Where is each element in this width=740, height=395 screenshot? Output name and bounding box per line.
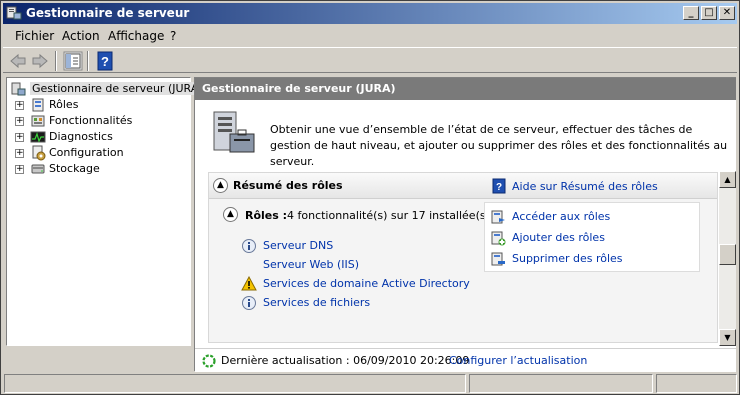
server-manager-app-icon [6,6,22,20]
diagnostics-icon [30,131,46,143]
scroll-up-button[interactable]: ▲ [719,171,736,188]
close-button[interactable]: ✕ [719,6,735,20]
help-icon[interactable]: ? [95,51,115,71]
role-link-file-services[interactable]: Services de fichiers [263,296,370,309]
svg-text:?: ? [496,182,502,193]
toolbar-separator [87,51,89,71]
go-to-roles-icon [491,210,505,224]
info-icon [242,296,256,310]
roles-summary-title: Résumé des rôles [233,179,343,192]
add-roles-link[interactable]: Ajouter des rôles [512,231,605,244]
menu-help[interactable]: ? [170,29,176,43]
menu-bar: Fichier Action Affichage ? [3,26,737,46]
svg-text:?: ? [101,54,109,69]
toolbar: ? [3,47,737,73]
toolbar-separator [55,51,57,71]
tree-item-diagnostics[interactable]: + Diagnostics [9,129,189,145]
back-arrow-icon[interactable] [8,51,28,71]
tree-label-roles: Rôles [49,98,79,111]
last-refresh-label: Dernière actualisation : 06/09/2010 20:2… [221,354,470,367]
warning-icon [241,276,257,291]
remove-roles-link[interactable]: Supprimer des rôles [512,252,623,265]
window-title: Gestionnaire de serveur [26,6,190,20]
show-hide-console-tree-icon[interactable] [63,51,83,71]
tree-root-label: Gestionnaire de serveur (JURA) [30,82,205,95]
collapse-summary-button[interactable]: ▲ [213,178,228,193]
maximize-button[interactable]: □ [701,6,717,20]
server-tower-icon [213,111,255,153]
expand-configuration-button[interactable]: + [15,149,24,158]
status-pane-middle [469,374,653,393]
server-manager-window: Gestionnaire de serveur _ □ ✕ Fichier Ac… [0,0,740,395]
status-pane-right [656,374,737,393]
role-link-adds[interactable]: Services de domaine Active Directory [263,277,470,290]
console-tree: Gestionnaire de serveur (JURA) + Rôles +… [6,77,205,346]
tree-label-storage: Stockage [49,162,100,175]
roles-summary-header: ▲ Résumé des rôles ? Aide sur Résumé des… [209,173,717,199]
features-icon [31,115,45,127]
role-link-iis[interactable]: Serveur Web (IIS) [263,258,359,271]
expand-roles-button[interactable]: + [15,101,24,110]
tree-item-storage[interactable]: + Stockage [9,161,189,177]
help-book-icon: ? [492,178,506,194]
refresh-icon [202,354,216,368]
menu-fichier[interactable]: Fichier [15,29,54,43]
roles-label: Rôles : [245,209,288,222]
roles-count: 4 fonctionnalité(s) sur 17 installée(s) [287,209,490,222]
title-bar[interactable]: Gestionnaire de serveur _ □ ✕ [3,3,737,24]
tree-label-diagnostics: Diagnostics [49,130,113,143]
scroll-down-button[interactable]: ▼ [719,329,736,346]
add-roles-icon [491,231,506,246]
refresh-bar: Dernière actualisation : 06/09/2010 20:2… [195,348,736,372]
menu-affichage[interactable]: Affichage [108,29,164,43]
roles-summary-section: ▲ Résumé des rôles ? Aide sur Résumé des… [208,172,718,343]
menu-action[interactable]: Action [62,29,100,43]
roles-summary-help-link[interactable]: Aide sur Résumé des rôles [512,180,658,193]
status-bar [4,374,737,393]
remove-roles-icon [491,252,505,266]
expand-diagnostics-button[interactable]: + [15,133,24,142]
intro-description: Obtenir une vue d’ensemble de l’état de … [270,123,728,168]
vertical-scrollbar[interactable]: ▲ ▼ [719,171,736,346]
tree-label-features: Fonctionnalités [49,114,133,127]
server-manager-icon [11,82,26,96]
info-icon [242,239,256,253]
tree-item-root[interactable]: Gestionnaire de serveur (JURA) [9,81,205,97]
minimize-button[interactable]: _ [683,6,699,20]
forward-arrow-icon[interactable] [30,51,50,71]
collapse-roles-button[interactable]: ▲ [223,207,238,222]
roles-actions-box: Accéder aux rôles Ajouter des rôles Supp… [484,202,700,272]
details-pane-title: Gestionnaire de serveur (JURA) [202,82,396,95]
storage-icon [31,164,45,174]
tree-item-roles[interactable]: + Rôles [9,97,189,113]
role-link-dns[interactable]: Serveur DNS [263,239,333,252]
tree-item-configuration[interactable]: + Configuration [9,145,189,161]
configure-refresh-link[interactable]: Configurer l’actualisation [449,354,587,367]
roles-icon [32,98,44,112]
details-pane: Gestionnaire de serveur (JURA) Obtenir u… [194,77,736,372]
expand-storage-button[interactable]: + [15,165,24,174]
scroll-thumb[interactable] [719,244,736,265]
go-to-roles-link[interactable]: Accéder aux rôles [512,210,610,223]
details-pane-header: Gestionnaire de serveur (JURA) [195,78,736,100]
tree-item-features[interactable]: + Fonctionnalités [9,113,189,129]
tree-label-configuration: Configuration [49,146,124,159]
configuration-icon [32,145,46,161]
expand-features-button[interactable]: + [15,117,24,126]
status-pane-main [4,374,466,393]
